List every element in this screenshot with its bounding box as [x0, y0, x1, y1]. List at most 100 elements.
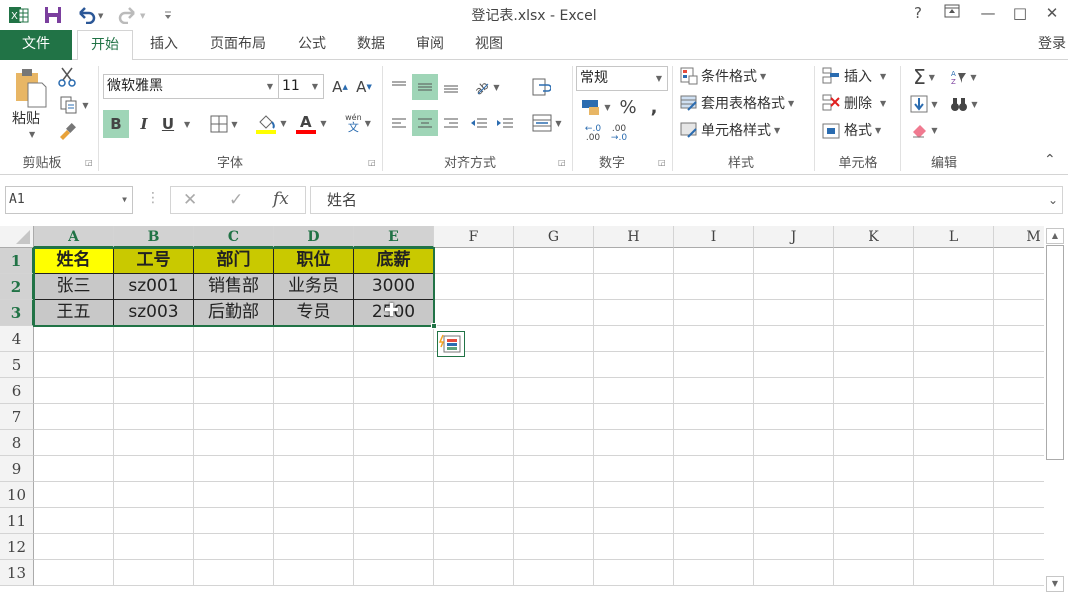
cell-D13[interactable]	[274, 560, 354, 586]
cell-D4[interactable]	[274, 326, 354, 352]
cell-M12[interactable]	[994, 534, 1044, 560]
cell-D9[interactable]	[274, 456, 354, 482]
delete-cells-button[interactable]: 删除 ▼	[822, 93, 886, 113]
cell-K13[interactable]	[834, 560, 914, 586]
cell-A5[interactable]	[34, 352, 114, 378]
cell-A9[interactable]	[34, 456, 114, 482]
find-select-button[interactable]: ▼	[946, 93, 982, 115]
cell-M11[interactable]	[994, 508, 1044, 534]
insert-cells-button[interactable]: 插入 ▼	[822, 66, 886, 86]
row-header-4[interactable]: 4	[0, 326, 34, 352]
conditional-formatting-button[interactable]: 条件格式 ▼	[680, 66, 766, 86]
number-launcher-icon[interactable]: ◲	[658, 158, 666, 167]
tab-page-layout[interactable]: 页面布局	[198, 30, 278, 60]
cell-C4[interactable]	[194, 326, 274, 352]
column-header-C[interactable]: C	[194, 226, 274, 248]
align-right-icon[interactable]	[440, 110, 462, 136]
cell-I8[interactable]	[674, 430, 754, 456]
cell-J12[interactable]	[754, 534, 834, 560]
percent-style-button[interactable]: %	[618, 94, 638, 120]
cell-I9[interactable]	[674, 456, 754, 482]
cell-K3[interactable]	[834, 300, 914, 326]
cell-A1[interactable]: 姓名	[34, 248, 114, 274]
cell-B11[interactable]	[114, 508, 194, 534]
clear-button[interactable]: ▼	[906, 118, 942, 142]
cell-B10[interactable]	[114, 482, 194, 508]
cell-J3[interactable]	[754, 300, 834, 326]
cell-I10[interactable]	[674, 482, 754, 508]
middle-align-icon[interactable]	[412, 74, 438, 100]
cell-A7[interactable]	[34, 404, 114, 430]
column-header-E[interactable]: E	[354, 226, 434, 248]
autosum-button[interactable]: Σ ▼	[906, 65, 942, 89]
tab-file[interactable]: 文件	[0, 30, 72, 60]
cell-L7[interactable]	[914, 404, 994, 430]
cell-F7[interactable]	[434, 404, 514, 430]
cell-B9[interactable]	[114, 456, 194, 482]
formula-bar-grip-icon[interactable]: ⋮	[146, 190, 160, 206]
cell-F6[interactable]	[434, 378, 514, 404]
cell-G3[interactable]	[514, 300, 594, 326]
cell-L3[interactable]	[914, 300, 994, 326]
cell-G4[interactable]	[514, 326, 594, 352]
italic-button[interactable]: I	[134, 110, 154, 138]
cell-L6[interactable]	[914, 378, 994, 404]
row-header-12[interactable]: 12	[0, 534, 34, 560]
cell-L12[interactable]	[914, 534, 994, 560]
cell-K7[interactable]	[834, 404, 914, 430]
confirm-entry-button[interactable]: ✓	[229, 190, 243, 210]
paste-button[interactable]: 粘贴	[12, 108, 40, 128]
accounting-format-icon[interactable]: ▼	[578, 94, 614, 120]
cell-A11[interactable]	[34, 508, 114, 534]
copy-icon[interactable]: ▼	[56, 94, 92, 116]
cell-I7[interactable]	[674, 404, 754, 430]
login-link[interactable]: 登录	[1032, 30, 1068, 60]
cell-K10[interactable]	[834, 482, 914, 508]
cell-H3[interactable]	[594, 300, 674, 326]
format-as-table-button[interactable]: 套用表格格式 ▼	[680, 93, 794, 113]
cell-A12[interactable]	[34, 534, 114, 560]
cell-F11[interactable]	[434, 508, 514, 534]
cell-G7[interactable]	[514, 404, 594, 430]
bottom-align-icon[interactable]	[440, 74, 462, 100]
cell-J10[interactable]	[754, 482, 834, 508]
cell-A6[interactable]	[34, 378, 114, 404]
row-header-5[interactable]: 5	[0, 352, 34, 378]
column-header-A[interactable]: A	[34, 226, 114, 248]
cell-L1[interactable]	[914, 248, 994, 274]
cell-D6[interactable]	[274, 378, 354, 404]
cell-H4[interactable]	[594, 326, 674, 352]
cell-A10[interactable]	[34, 482, 114, 508]
cell-F2[interactable]	[434, 274, 514, 300]
cell-G11[interactable]	[514, 508, 594, 534]
cell-H8[interactable]	[594, 430, 674, 456]
cell-G8[interactable]	[514, 430, 594, 456]
minimize-button[interactable]: —	[976, 4, 1000, 26]
scroll-down-button[interactable]: ▼	[1046, 576, 1064, 592]
close-button[interactable]: ✕	[1040, 4, 1064, 26]
cell-K9[interactable]	[834, 456, 914, 482]
cell-B6[interactable]	[114, 378, 194, 404]
cell-I6[interactable]	[674, 378, 754, 404]
cell-D8[interactable]	[274, 430, 354, 456]
column-header-G[interactable]: G	[514, 226, 594, 248]
cell-H5[interactable]	[594, 352, 674, 378]
cell-L13[interactable]	[914, 560, 994, 586]
cell-K4[interactable]	[834, 326, 914, 352]
top-align-icon[interactable]	[388, 74, 410, 100]
cell-C3[interactable]: 后勤部	[194, 300, 274, 326]
cell-M13[interactable]	[994, 560, 1044, 586]
cell-K5[interactable]	[834, 352, 914, 378]
cell-G1[interactable]	[514, 248, 594, 274]
cell-H7[interactable]	[594, 404, 674, 430]
maximize-button[interactable]: □	[1008, 4, 1032, 26]
fill-button[interactable]: ▼	[906, 93, 942, 115]
cell-J9[interactable]	[754, 456, 834, 482]
borders-icon[interactable]: ▼	[204, 112, 244, 136]
align-center-icon[interactable]	[412, 110, 438, 136]
cell-H11[interactable]	[594, 508, 674, 534]
vertical-scrollbar[interactable]: ▲ ▼	[1044, 226, 1068, 592]
row-header-8[interactable]: 8	[0, 430, 34, 456]
column-header-J[interactable]: J	[754, 226, 834, 248]
cell-M8[interactable]	[994, 430, 1044, 456]
